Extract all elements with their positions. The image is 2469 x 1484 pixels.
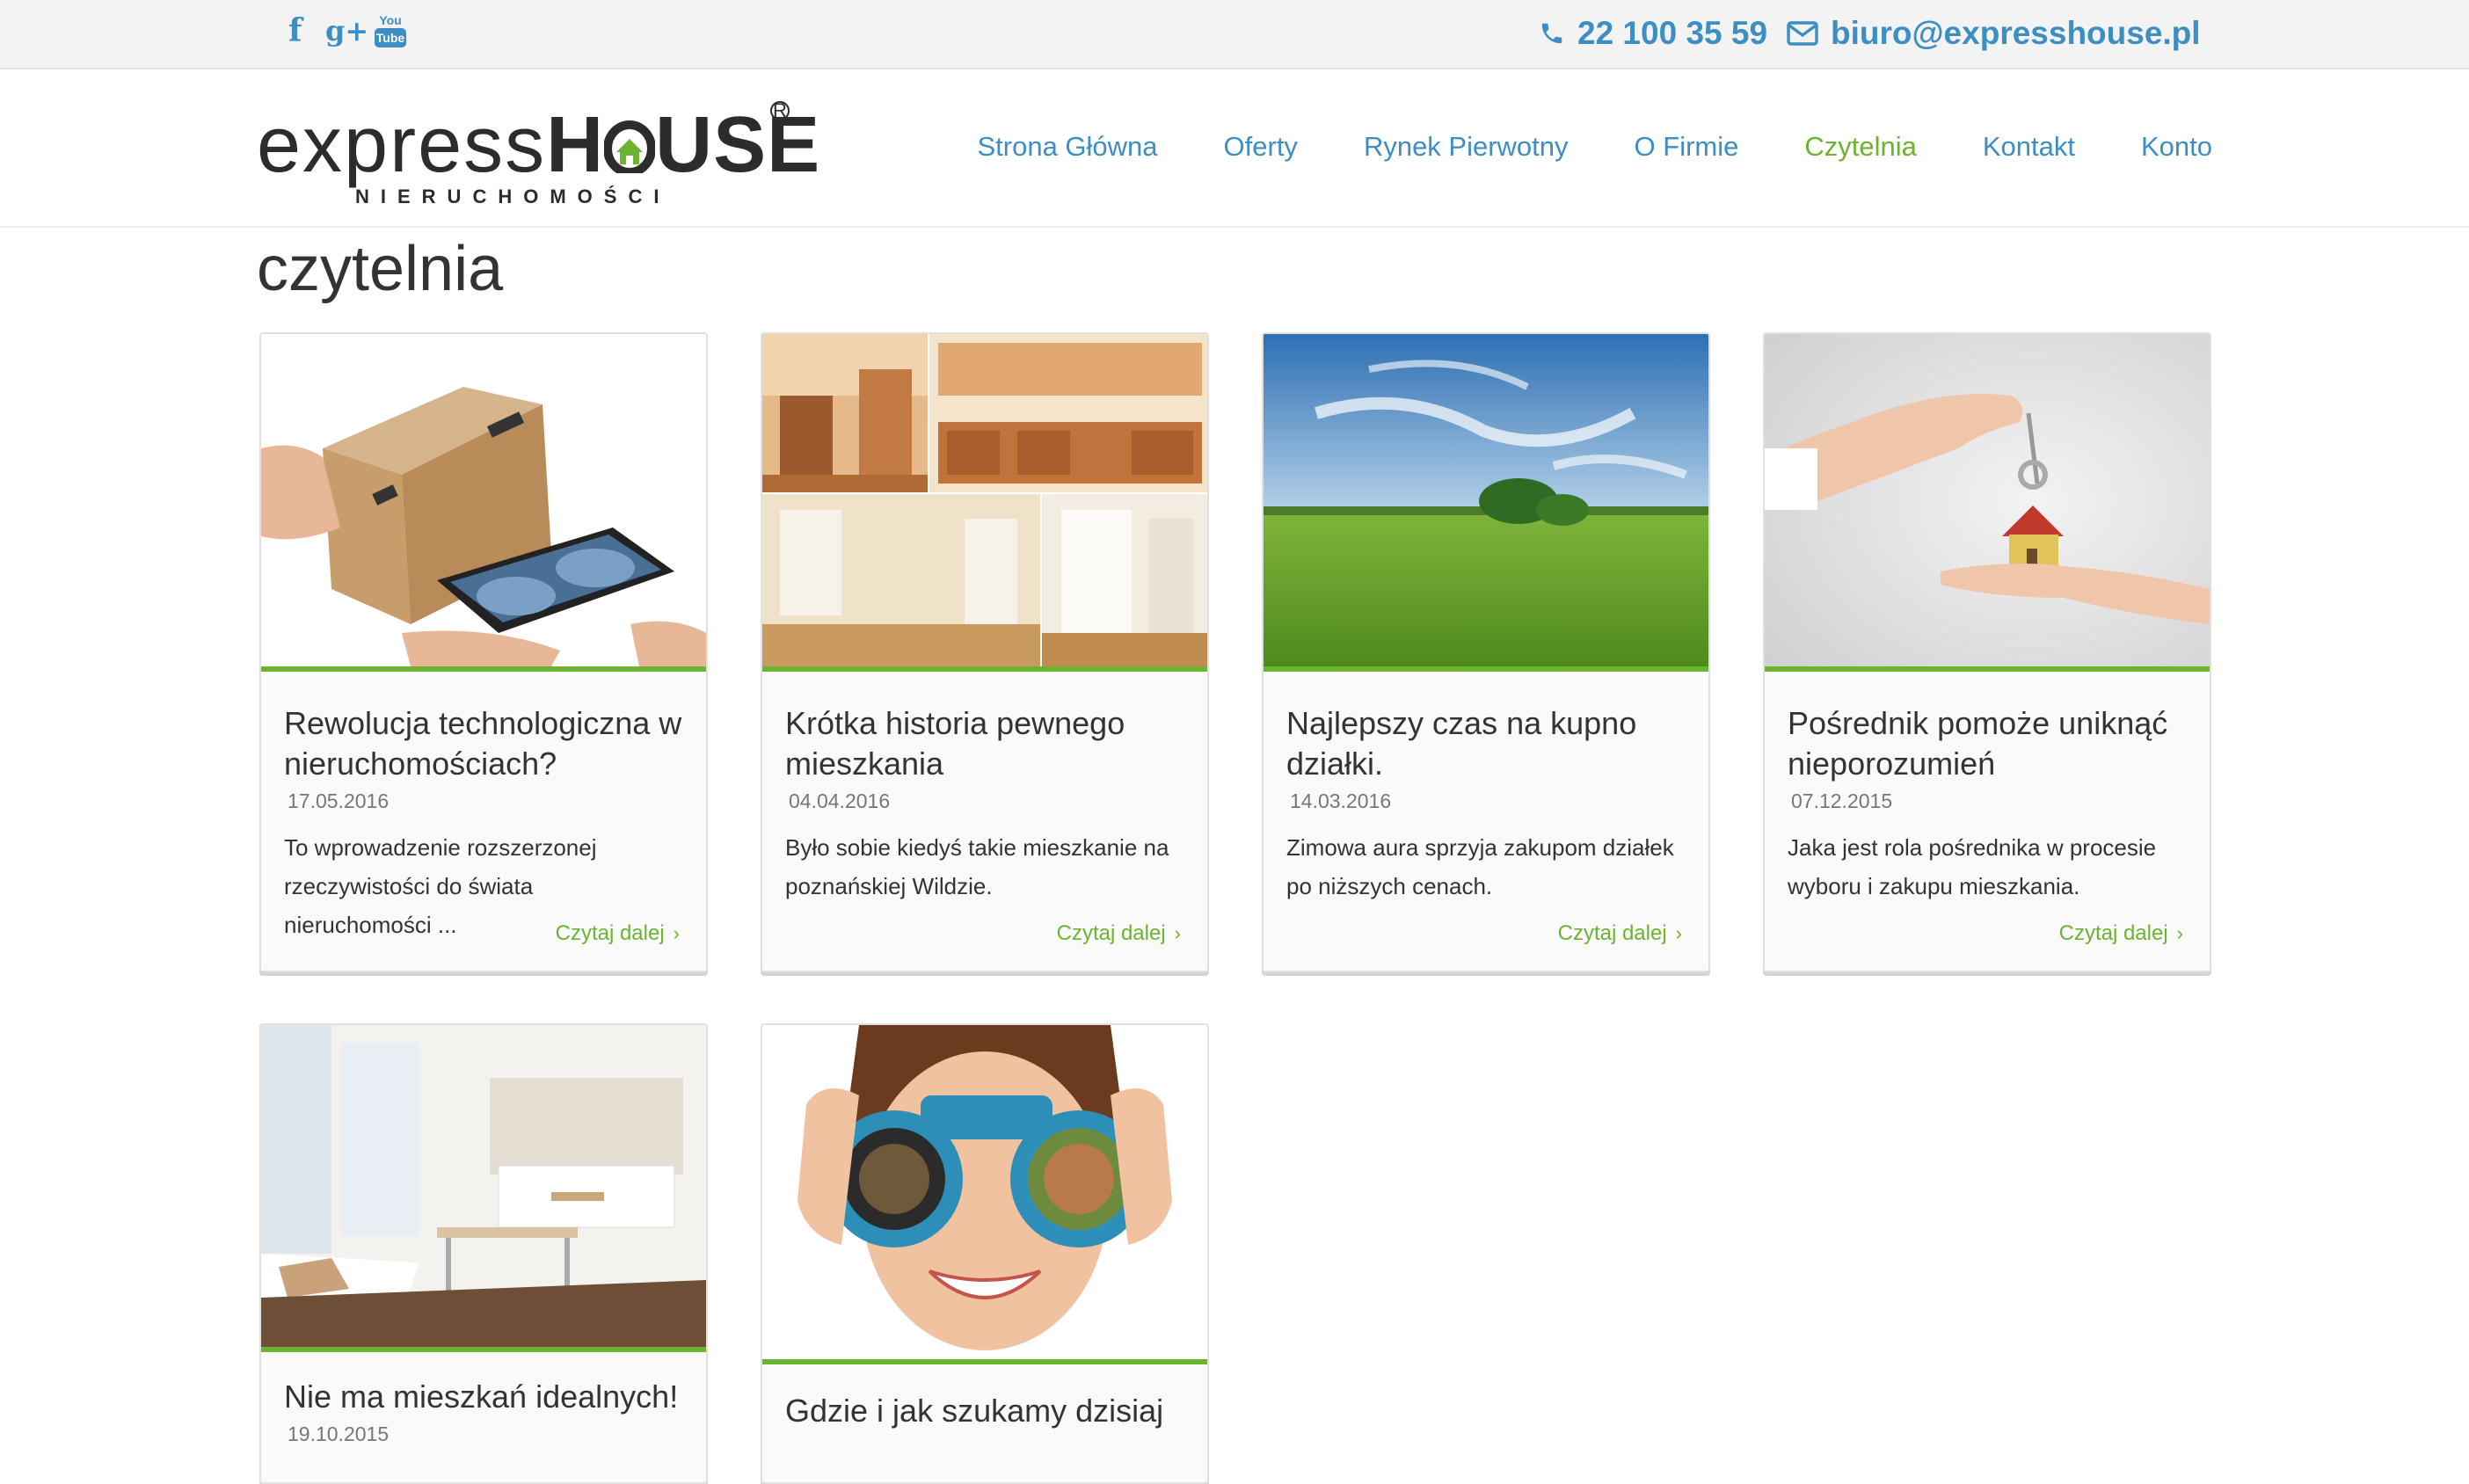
read-more-label: Czytaj dalej [1056, 921, 1166, 945]
article-date: 17.05.2016 [288, 789, 390, 812]
article-card[interactable]: Nie ma mieszkań idealnych! 19.10.2015 [259, 1023, 708, 1484]
card-accent-bar [261, 1347, 706, 1352]
nav-item-czytelnia[interactable]: Czytelnia [1804, 131, 1917, 163]
article-card[interactable]: Pośrednik pomoże uniknąć nieporozumień 0… [1763, 332, 2211, 972]
article-date: 14.03.2016 [1290, 789, 1392, 812]
logo-wordmark: expressH USE [257, 101, 820, 189]
youtube-icon-bottom: Tube [375, 28, 406, 47]
read-more-label: Czytaj dalej [2058, 921, 2168, 945]
article-title[interactable]: Pośrednik pomoże uniknąć nieporozumień [1788, 703, 2192, 784]
card-accent-bar [1264, 666, 1708, 672]
read-more-link[interactable]: Czytaj dalej › [556, 921, 680, 946]
nav-item-kontakt[interactable]: Kontakt [1983, 131, 2075, 163]
registered-mark: R [770, 101, 790, 120]
logo-word-use: USE [655, 101, 821, 189]
logo[interactable]: expressH USE R NIERUCHOMOŚCI [257, 101, 819, 208]
logo-word-h: H [546, 101, 605, 189]
article-title[interactable]: Najlepszy czas na kupno działki. [1286, 703, 1691, 784]
article-excerpt: Zimowa aura sprzyja zakupom działek po n… [1286, 834, 1674, 899]
read-more-link[interactable]: Czytaj dalej › [2059, 921, 2183, 946]
article-title[interactable]: Nie ma mieszkań idealnych! [284, 1377, 688, 1417]
article-excerpt: Jaka jest rola pośrednika w procesie wyb… [1788, 834, 2157, 899]
chevron-right-icon: › [2176, 922, 2183, 944]
email-link[interactable]: biuro@expresshouse.pl [1787, 12, 2201, 55]
youtube-icon[interactable]: You Tube [375, 14, 406, 49]
house-icon [603, 103, 657, 177]
nav-item-oferty[interactable]: Oferty [1224, 131, 1298, 163]
read-more-label: Czytaj dalej [1557, 921, 1667, 945]
card-accent-bar [1765, 666, 2210, 672]
article-title[interactable]: Rewolucja technologiczna w nieruchomości… [284, 703, 688, 784]
card-accent-bar [762, 666, 1207, 672]
envelope-icon [1787, 21, 1818, 46]
card-accent-bar [762, 1359, 1207, 1364]
email-address: biuro@expresshouse.pl [1831, 15, 2201, 51]
article-date: 19.10.2015 [288, 1422, 390, 1445]
article-card[interactable]: Rewolucja technologiczna w nieruchomości… [259, 332, 708, 972]
phone-link[interactable]: 22 100 35 59 [1539, 12, 1767, 55]
article-image-keys-house[interactable] [1765, 334, 2210, 666]
article-image-vr-headset[interactable] [261, 334, 706, 666]
main-nav: Strona Główna Oferty Rynek Pierwotny O F… [911, 122, 2212, 171]
phone-number: 22 100 35 59 [1577, 15, 1768, 51]
article-card[interactable]: Krótka historia pewnego mieszkania 04.04… [761, 332, 1209, 972]
card-accent-bar [261, 666, 706, 672]
logo-subtitle: NIERUCHOMOŚCI [355, 186, 671, 207]
nav-item-o-firmie[interactable]: O Firmie [1635, 131, 1739, 163]
article-image-modern-interior[interactable] [261, 1025, 706, 1347]
logo-word-express: express [257, 101, 547, 189]
article-date: 07.12.2015 [1791, 789, 1893, 812]
chevron-right-icon: › [673, 922, 680, 944]
article-image-binoculars-woman[interactable] [762, 1025, 1207, 1359]
top-bar: f g+ You Tube 22 100 35 59 biuro@express… [0, 0, 2469, 69]
article-card[interactable]: Gdzie i jak szukamy dzisiaj [761, 1023, 1209, 1484]
article-excerpt: Było sobie kiedyś takie mieszkanie na po… [785, 834, 1169, 899]
youtube-icon-top: You [379, 13, 402, 27]
read-more-link[interactable]: Czytaj dalej › [1057, 921, 1181, 946]
nav-item-rynek-pierwotny[interactable]: Rynek Pierwotny [1364, 131, 1569, 163]
article-card[interactable]: Najlepszy czas na kupno działki. 14.03.2… [1262, 332, 1710, 972]
nav-item-konto[interactable]: Konto [2141, 131, 2212, 163]
google-plus-icon[interactable]: g+ [325, 14, 368, 47]
page-title: czytelnia [257, 234, 504, 304]
chevron-right-icon: › [1174, 922, 1181, 944]
site-header: expressH USE R NIERUCHOMOŚCI Strona Głów… [0, 69, 2469, 228]
article-title[interactable]: Gdzie i jak szukamy dzisiaj [785, 1391, 1190, 1431]
read-more-link[interactable]: Czytaj dalej › [1558, 921, 1682, 946]
nav-item-strona-glowna[interactable]: Strona Główna [977, 131, 1157, 163]
phone-icon [1541, 23, 1562, 44]
article-date: 04.04.2016 [789, 789, 891, 812]
read-more-label: Czytaj dalej [555, 921, 665, 945]
facebook-icon[interactable]: f [288, 12, 302, 49]
article-image-green-field[interactable] [1264, 334, 1708, 666]
article-title[interactable]: Krótka historia pewnego mieszkania [785, 703, 1190, 784]
chevron-right-icon: › [1675, 922, 1682, 944]
article-image-apartment-collage[interactable] [762, 334, 1207, 666]
